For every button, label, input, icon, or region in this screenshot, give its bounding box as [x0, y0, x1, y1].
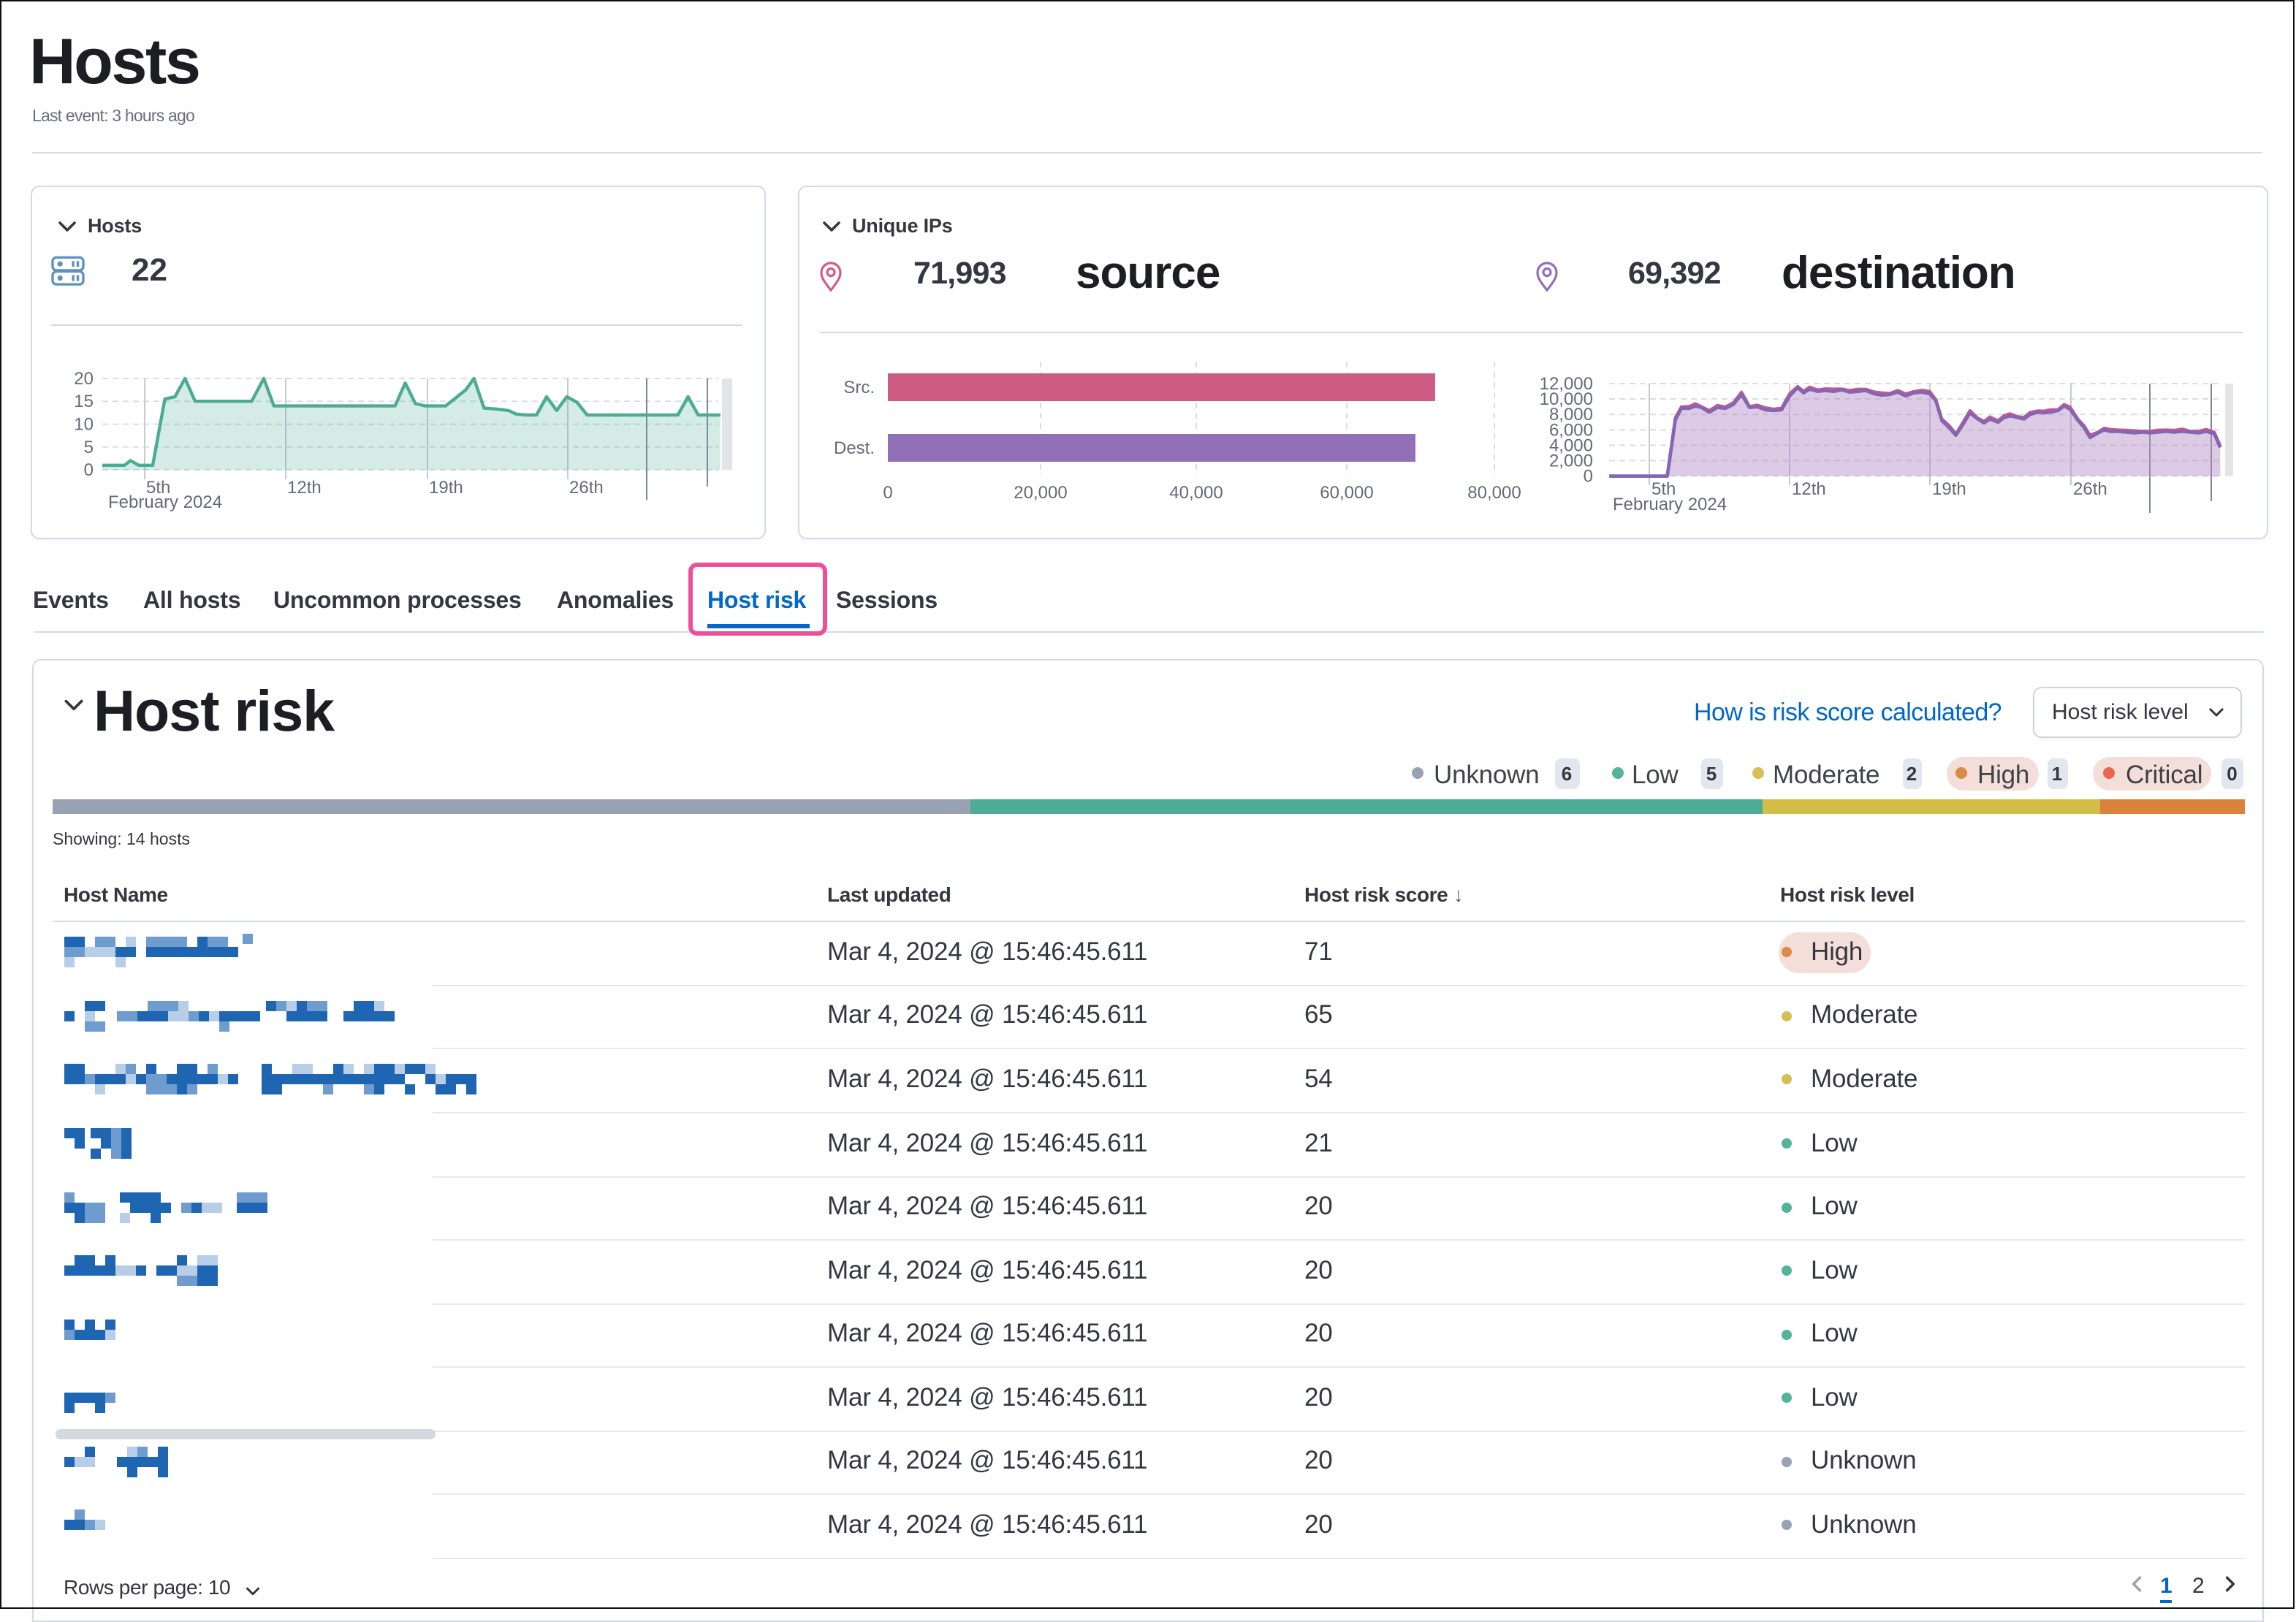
svg-text:26th: 26th	[2073, 479, 2107, 499]
svg-text:26th: 26th	[569, 478, 604, 498]
svg-text:19th: 19th	[1932, 479, 1966, 499]
svg-text:40,000: 40,000	[1169, 483, 1223, 503]
svg-text:80,000: 80,000	[1467, 483, 1521, 503]
svg-text:12th: 12th	[287, 478, 322, 498]
svg-text:20: 20	[74, 369, 94, 389]
svg-text:15: 15	[74, 392, 94, 411]
svg-text:0: 0	[883, 483, 892, 503]
svg-text:20,000: 20,000	[1014, 483, 1067, 503]
svg-text:February 2024: February 2024	[108, 492, 222, 511]
svg-text:Src.: Src.	[843, 378, 875, 397]
svg-text:5: 5	[84, 438, 94, 457]
svg-text:60,000: 60,000	[1320, 483, 1373, 503]
svg-text:12th: 12th	[1792, 479, 1826, 499]
svg-text:0: 0	[1584, 467, 1593, 487]
svg-text:10: 10	[74, 415, 94, 435]
svg-text:Dest.: Dest.	[834, 438, 875, 458]
svg-text:0: 0	[84, 460, 94, 480]
svg-text:February 2024: February 2024	[1613, 495, 1727, 514]
svg-text:19th: 19th	[429, 478, 463, 498]
